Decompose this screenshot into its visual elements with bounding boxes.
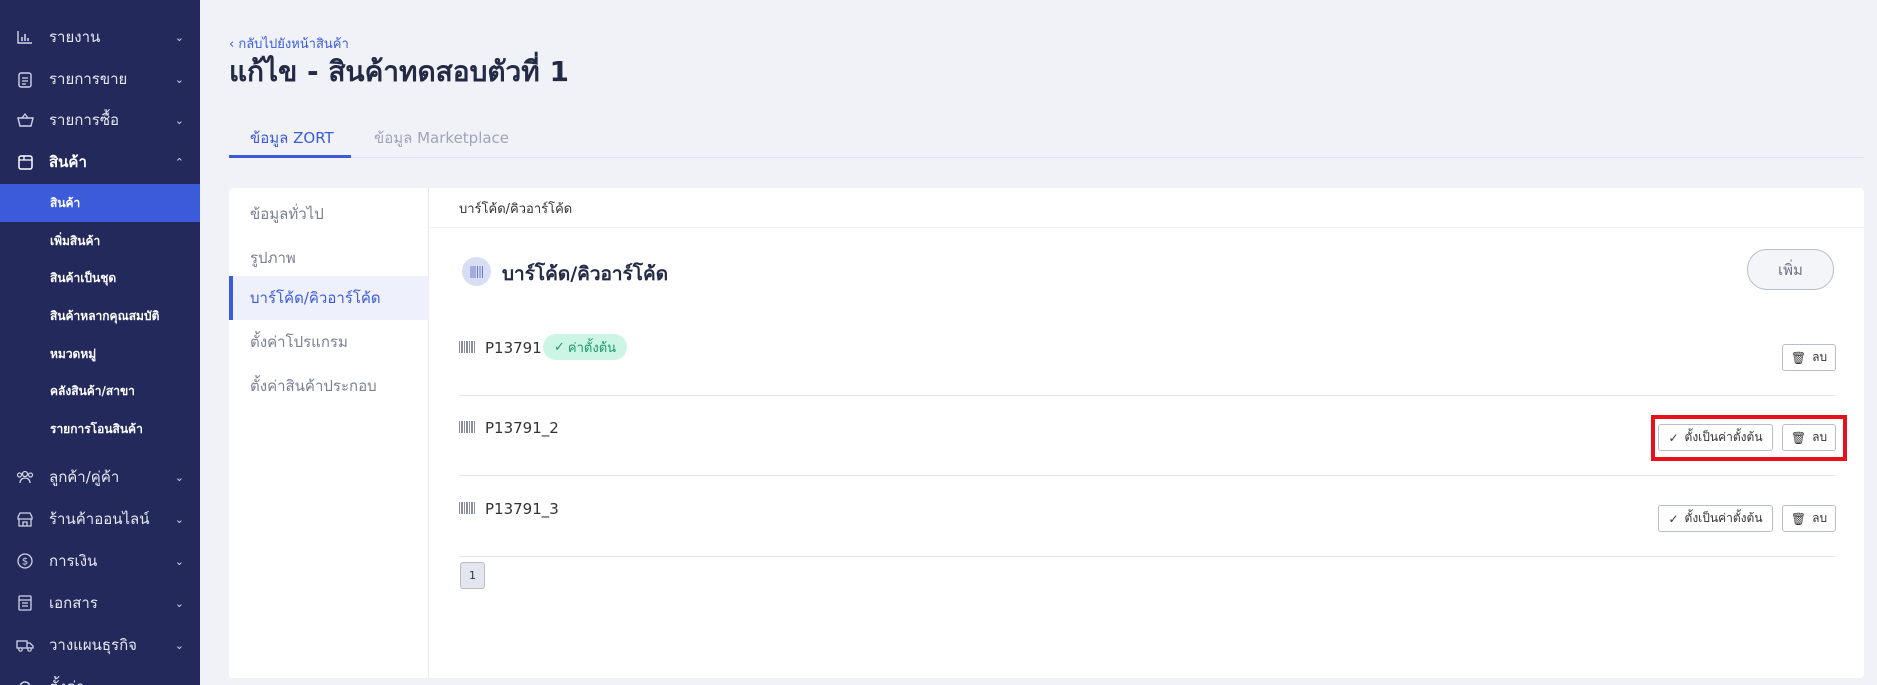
- truck-icon: [16, 636, 34, 654]
- section-nav-component-settings[interactable]: ตั้งค่าสินค้าประกอบ: [229, 364, 429, 408]
- sidebar-item-label: วางแผนธุรกิจ: [49, 636, 137, 654]
- chevron-down-icon: ⌄: [174, 596, 184, 610]
- chevron-up-icon: ⌃: [174, 155, 184, 169]
- sidebar-subitem-bundles[interactable]: สินค้าเป็นชุด: [0, 259, 200, 297]
- trash-icon: 🗑: [1790, 350, 1807, 365]
- sidebar-item-reports[interactable]: รายงาน ⌄: [0, 17, 200, 57]
- check-icon: ✓: [554, 339, 565, 355]
- box-icon: [16, 153, 34, 171]
- barcode-value: P13791: [485, 339, 542, 357]
- pagination-page[interactable]: 1: [460, 562, 485, 589]
- sidebar-item-business-plan[interactable]: วางแผนธุรกิจ ⌄: [0, 625, 200, 665]
- sidebar-subitem-label: รายการโอนสินค้า: [50, 421, 143, 436]
- highlight-box: [1651, 415, 1847, 461]
- sidebar-subitem-label: สินค้าหลากคุณสมบัติ: [50, 308, 160, 323]
- chart-icon: [16, 28, 34, 46]
- sidebar-item-customers[interactable]: ลูกค้า/คู่ค้า ⌄: [0, 457, 200, 497]
- chevron-down-icon: ⌄: [174, 554, 184, 568]
- check-icon: ✓: [1668, 511, 1679, 526]
- tab-marketplace-info[interactable]: ข้อมูล Marketplace: [374, 126, 509, 150]
- page-title: แก้ไข - สินค้าทดสอบตัวที่ 1: [229, 55, 569, 88]
- sidebar-subitem-categories[interactable]: หมวดหมู่: [0, 335, 200, 373]
- section-nav: ข้อมูลทั่วไป รูปภาพ บาร์โค้ด/คิวอาร์โค้ด…: [229, 188, 429, 678]
- active-tab-indicator: [229, 155, 351, 158]
- sidebar-item-settings[interactable]: ตั้งค่า: [0, 667, 200, 685]
- sidebar-subitem-add-product[interactable]: เพิ่มสินค้า: [0, 222, 200, 260]
- tab-bar: ข้อมูล ZORT ข้อมูล Marketplace: [229, 118, 1864, 158]
- sidebar-item-label: ลูกค้า/คู่ค้า: [49, 468, 120, 486]
- sidebar-subitem-label: สินค้า: [50, 195, 81, 210]
- document-icon: [16, 594, 34, 612]
- svg-text:$: $: [22, 557, 28, 568]
- add-barcode-button[interactable]: เพิ่ม: [1747, 249, 1834, 290]
- set-default-button[interactable]: ✓ ตั้งเป็นค่าตั้งต้น: [1658, 505, 1773, 532]
- store-icon: [16, 510, 34, 528]
- sidebar-item-finance[interactable]: $ การเงิน ⌄: [0, 541, 200, 581]
- sidebar-subitem-label: เพิ่มสินค้า: [50, 233, 101, 248]
- chevron-down-icon: ⌄: [174, 72, 184, 86]
- delete-button[interactable]: 🗑 ลบ: [1782, 505, 1836, 532]
- section-title: บาร์โค้ด/คิวอาร์โค้ด: [502, 263, 669, 285]
- breadcrumb: บาร์โค้ด/คิวอาร์โค้ด: [459, 202, 573, 217]
- trash-icon: 🗑: [1790, 511, 1807, 526]
- sidebar-subitem-label: สินค้าเป็นชุด: [50, 270, 117, 285]
- sidebar-subitem-label: คลังสินค้า/สาขา: [50, 383, 135, 398]
- users-icon: [16, 468, 34, 486]
- barcode-icon: [459, 502, 475, 514]
- chevron-down-icon: ⌄: [174, 30, 184, 44]
- sidebar-subitem-transfers[interactable]: รายการโอนสินค้า: [0, 410, 200, 448]
- barcode-value: P13791_3: [485, 500, 559, 518]
- chevron-down-icon: ⌄: [174, 638, 184, 652]
- default-badge-label: ค่าตั้งต้น: [567, 340, 617, 356]
- sidebar-item-label: รายการขาย: [49, 70, 128, 88]
- chevron-down-icon: ⌄: [174, 113, 184, 127]
- sidebar-item-purchases[interactable]: รายการซื้อ ⌄: [0, 100, 200, 140]
- tab-zort-info[interactable]: ข้อมูล ZORT: [250, 126, 334, 150]
- sidebar-subitem-warehouses[interactable]: คลังสินค้า/สาขา: [0, 372, 200, 410]
- sidebar-item-online-store[interactable]: ร้านค้าออนไลน์ ⌄: [0, 499, 200, 539]
- sidebar-item-label: รายการซื้อ: [49, 111, 120, 129]
- section-nav-images[interactable]: รูปภาพ: [229, 236, 429, 280]
- basket-icon: [16, 111, 34, 129]
- sidebar-item-label: รายงาน: [49, 28, 101, 46]
- sidebar-item-documents[interactable]: เอกสาร ⌄: [0, 583, 200, 623]
- barcode-value: P13791_2: [485, 419, 559, 437]
- sidebar-subitem-products[interactable]: สินค้า: [0, 184, 200, 222]
- dollar-icon: $: [16, 552, 34, 570]
- set-default-button-label: ตั้งเป็นค่าตั้งต้น: [1684, 511, 1763, 525]
- barcode-icon: [462, 257, 491, 286]
- delete-button[interactable]: 🗑 ลบ: [1782, 344, 1836, 371]
- barcode-row: P13791_2 ✓ ตั้งเป็นค่าตั้งต้น 🗑 ลบ: [459, 396, 1836, 476]
- delete-button-label: ลบ: [1812, 511, 1828, 525]
- barcode-row: P13791 ✓ ค่าตั้งต้น 🗑 ลบ: [459, 316, 1836, 396]
- section-nav-general[interactable]: ข้อมูลทั่วไป: [229, 192, 429, 236]
- clipboard-icon: [16, 70, 34, 88]
- section-nav-program-settings[interactable]: ตั้งค่าโปรแกรม: [229, 320, 429, 364]
- sidebar-item-sales[interactable]: รายการขาย ⌄: [0, 59, 200, 99]
- sidebar: รายงาน ⌄ รายการขาย ⌄ รายการซื้อ ⌄ สินค้า…: [0, 0, 200, 685]
- gear-icon: [16, 678, 34, 685]
- sidebar-item-products[interactable]: สินค้า ⌃: [0, 142, 200, 182]
- barcode-row: P13791_3 ✓ ตั้งเป็นค่าตั้งต้น 🗑 ลบ: [459, 477, 1836, 557]
- sidebar-item-label: สินค้า: [49, 153, 87, 171]
- default-badge: ✓ ค่าตั้งต้น: [543, 334, 628, 360]
- section-nav-barcode[interactable]: บาร์โค้ด/คิวอาร์โค้ด: [229, 276, 429, 320]
- sidebar-item-label: เอกสาร: [49, 594, 98, 612]
- content-header: [430, 188, 1864, 228]
- barcode-icon: [459, 421, 475, 433]
- barcode-icon: [459, 341, 475, 353]
- sidebar-subitem-label: หมวดหมู่: [50, 346, 97, 361]
- sidebar-item-label: ตั้งค่า: [49, 675, 85, 685]
- chevron-down-icon: ⌄: [174, 512, 184, 526]
- delete-button-label: ลบ: [1812, 350, 1828, 364]
- sidebar-subitem-variants[interactable]: สินค้าหลากคุณสมบัติ: [0, 297, 200, 335]
- chevron-down-icon: ⌄: [174, 470, 184, 484]
- sidebar-item-label: ร้านค้าออนไลน์: [49, 510, 150, 528]
- sidebar-item-label: การเงิน: [49, 552, 98, 570]
